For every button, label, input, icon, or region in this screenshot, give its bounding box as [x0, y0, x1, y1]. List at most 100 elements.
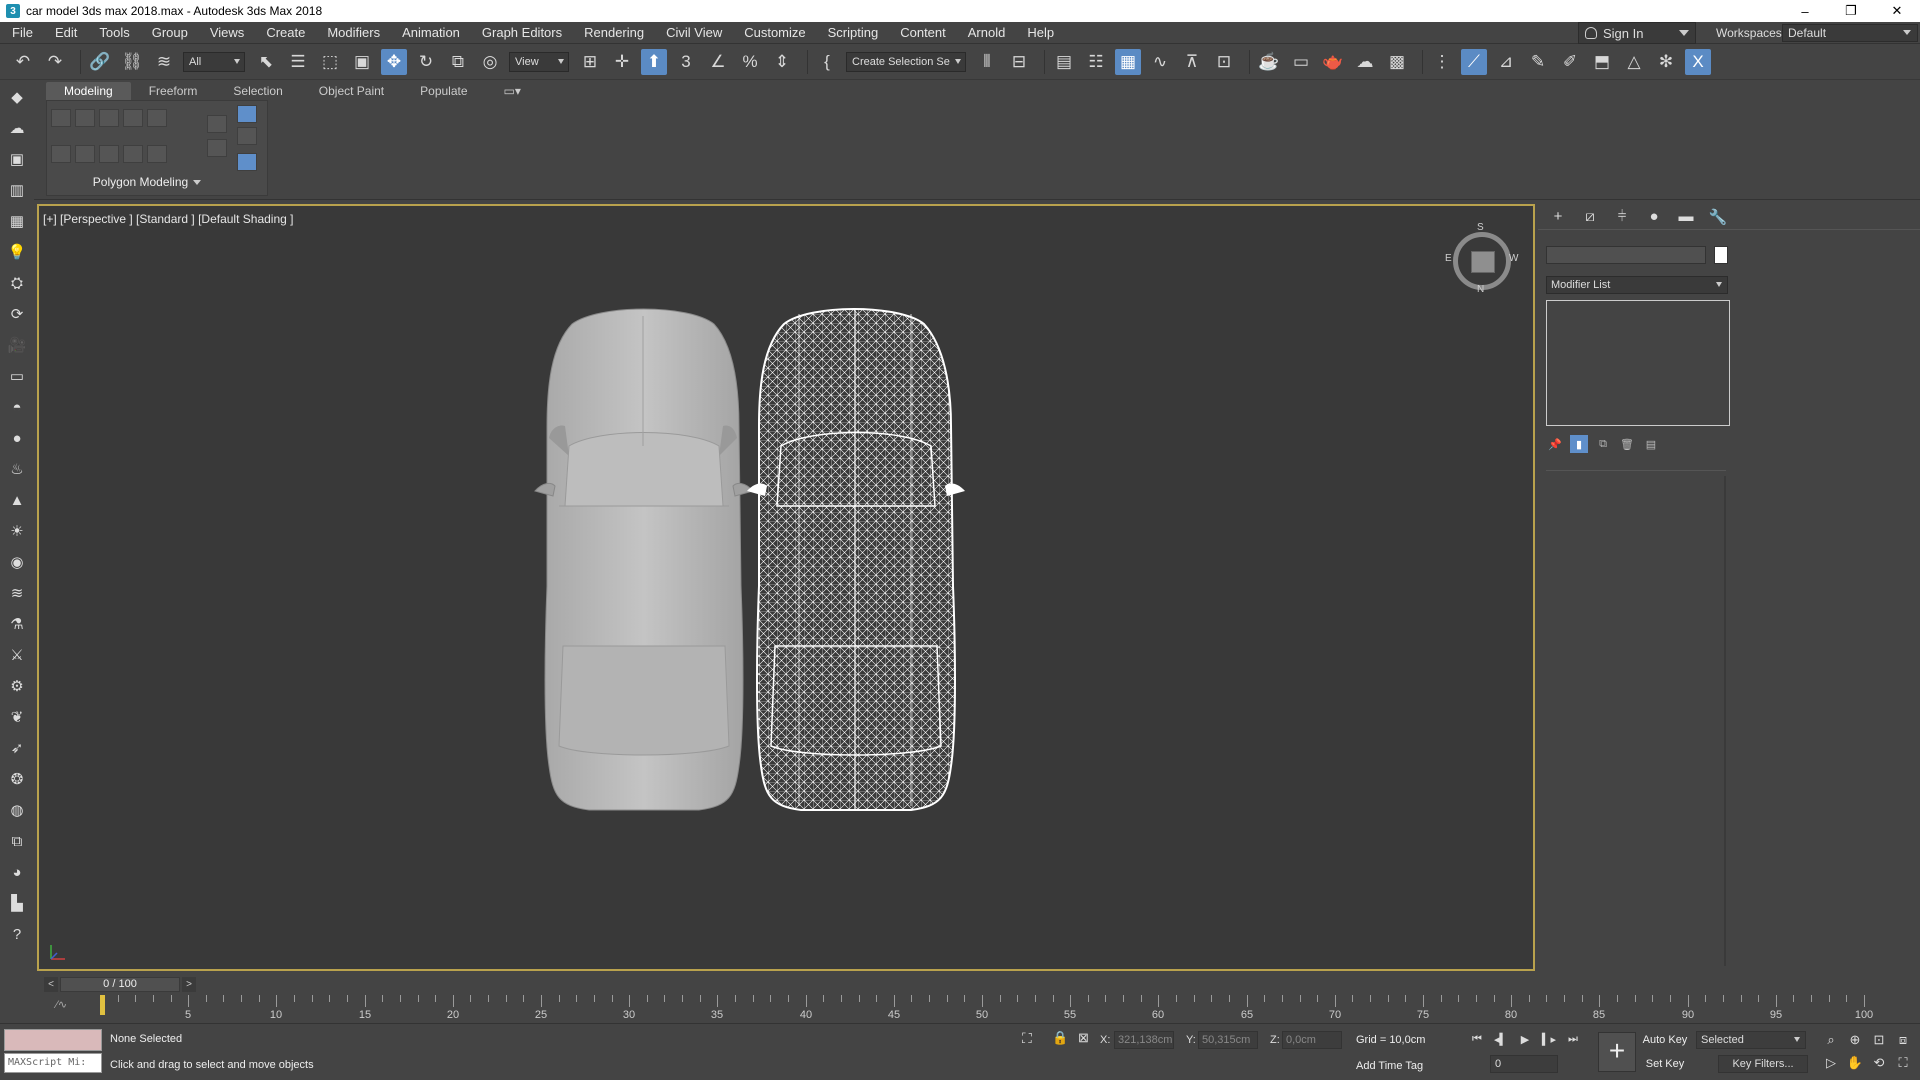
menu-tools[interactable]: Tools [88, 22, 140, 44]
motion-icon[interactable]: ● [1642, 206, 1666, 228]
perspective-viewport[interactable]: [+] [Perspective ] [Standard ] [Default … [37, 204, 1535, 971]
create-helpers-icon[interactable]: ▦ [6, 210, 28, 232]
key-filters-button[interactable]: Key Filters... [1718, 1055, 1808, 1073]
curve-editor-icon[interactable]: ∿ [1147, 49, 1173, 75]
car-shaded[interactable] [534, 308, 754, 811]
render-production-icon[interactable]: 🫖 [1320, 49, 1346, 75]
mirror-icon[interactable]: ⫴ [974, 49, 1000, 75]
panel-divider[interactable] [1546, 470, 1726, 471]
redo-icon[interactable]: ↷ [42, 49, 68, 75]
polygon-icon[interactable] [123, 109, 143, 127]
create-lights-icon[interactable]: ▣ [6, 148, 28, 170]
modifier-stack[interactable] [1546, 300, 1730, 426]
ignore-backfacing-icon[interactable] [75, 145, 95, 163]
tab-selection[interactable]: Selection [215, 82, 300, 100]
menu-help[interactable]: Help [1016, 22, 1065, 44]
zoom-icon[interactable]: ⌕ [1820, 1029, 1842, 1051]
select-and-rotate-icon[interactable]: ↻ [413, 49, 439, 75]
select-manipulate-icon[interactable]: ✛ [609, 49, 635, 75]
create-cameras-icon[interactable]: ▥ [6, 179, 28, 201]
previous-modifier-icon[interactable] [207, 115, 227, 133]
sign-in-button[interactable]: Sign In [1578, 22, 1696, 44]
pivot-center-icon[interactable]: ⊞ [577, 49, 603, 75]
select-and-move-icon[interactable]: ✥ [381, 48, 407, 75]
selection-filter-dropdown[interactable]: All [183, 51, 245, 72]
open-mini-curve-editor-icon[interactable]: ⁄∿ [56, 998, 67, 1011]
maximize-viewport-icon[interactable]: ⛶ [1892, 1052, 1914, 1074]
tab-populate[interactable]: Populate [402, 82, 485, 100]
next-modifier-icon[interactable] [207, 139, 227, 157]
border-icon[interactable] [99, 109, 119, 127]
menu-civil-view[interactable]: Civil View [655, 22, 733, 44]
tab-freeform[interactable]: Freeform [131, 82, 216, 100]
window-crossing-icon[interactable]: ▣ [349, 49, 375, 75]
pan-icon[interactable]: ✋ [1844, 1052, 1866, 1074]
select-object-icon[interactable]: ⬉ [253, 49, 279, 75]
object-name-field[interactable] [1546, 246, 1706, 264]
ribbon-toggle-icon[interactable]: ▦ [1115, 48, 1141, 75]
foliage-icon[interactable]: ❦ [6, 706, 28, 728]
element-icon[interactable] [147, 109, 167, 127]
tab-object-paint[interactable]: Object Paint [301, 82, 402, 100]
menu-views[interactable]: Views [199, 22, 255, 44]
create-shapes-icon[interactable]: ☁ [6, 117, 28, 139]
material-sphere-icon[interactable]: ◍ [6, 799, 28, 821]
time-slider[interactable]: < 0 / 100 > [44, 976, 1920, 994]
graphite-toolset-icon[interactable]: ⟋ [1461, 48, 1487, 75]
soft-selection-icon[interactable] [99, 145, 119, 163]
polygon-modeling-dropdown[interactable]: Polygon Modeling [47, 175, 247, 189]
y-coord-field[interactable]: 50,315cm [1198, 1031, 1258, 1049]
close-button[interactable]: ✕ [1874, 0, 1920, 22]
zoom-extents-icon[interactable]: ⊡ [1868, 1029, 1890, 1051]
z-coord-field[interactable]: 0,0cm [1282, 1031, 1342, 1049]
render-setup-icon[interactable]: ☕ [1256, 49, 1282, 75]
rendered-frame-window-icon[interactable]: ▭ [1288, 49, 1314, 75]
menu-customize[interactable]: Customize [733, 22, 816, 44]
scene-explorer-icon[interactable]: ▤ [1051, 49, 1077, 75]
create-icon[interactable]: + [1546, 206, 1570, 228]
maxscript-mini-listener[interactable]: MAXScript Mi: [4, 1053, 102, 1073]
current-frame-marker[interactable] [100, 995, 105, 1015]
orbit-icon[interactable]: ⟲ [1868, 1052, 1890, 1074]
menu-rendering[interactable]: Rendering [573, 22, 655, 44]
command-panel-scrollbar[interactable] [1724, 476, 1726, 966]
scene-states-icon[interactable]: ⧉ [6, 830, 28, 852]
render-sphere-icon[interactable]: ◕ [6, 861, 28, 883]
menu-animation[interactable]: Animation [391, 22, 471, 44]
schematic-view-icon[interactable]: ⊼ [1179, 49, 1205, 75]
arnold-icon[interactable]: X [1685, 48, 1711, 75]
make-unique-icon[interactable]: ⧉ [1594, 435, 1612, 453]
populate-tool-icon[interactable]: ⬒ [1589, 49, 1615, 75]
keyboard-shortcut-override-icon[interactable]: ⬆ [641, 48, 667, 75]
object-color-swatch[interactable] [1714, 246, 1728, 264]
menu-edit[interactable]: Edit [44, 22, 88, 44]
pin-stack-icon[interactable]: 📌 [1546, 435, 1564, 453]
hemisphere-icon[interactable]: ◓ [6, 396, 28, 418]
select-by-name-icon[interactable]: ☰ [285, 49, 311, 75]
modifier-list-dropdown[interactable]: Modifier List [1546, 276, 1728, 294]
cone-icon[interactable]: ▲ [6, 489, 28, 511]
show-end-result-icon[interactable]: ▮ [1570, 435, 1588, 453]
add-time-tag-button[interactable]: Add Time Tag [1356, 1060, 1423, 1072]
time-slider-next-button[interactable]: > [182, 977, 196, 992]
bind-space-warp-icon[interactable]: ≋ [151, 49, 177, 75]
create-spacewarps-icon[interactable]: 💡 [6, 241, 28, 263]
menu-graph-editors[interactable]: Graph Editors [471, 22, 573, 44]
minimize-button[interactable]: – [1782, 0, 1828, 22]
reference-coord-dropdown[interactable]: View [509, 51, 569, 72]
angle-snap-icon[interactable]: ∠ [705, 49, 731, 75]
edit-tool-icon[interactable]: ✎ [1525, 49, 1551, 75]
select-and-place-icon[interactable]: ◎ [477, 49, 503, 75]
create-geometry-icon[interactable]: ◆ [6, 86, 28, 108]
camera-tool-icon[interactable]: 🎥 [6, 334, 28, 356]
time-slider-handle[interactable]: 0 / 100 [60, 977, 180, 992]
link-icon[interactable]: 🔗 [87, 49, 113, 75]
zoom-all-icon[interactable]: ⊕ [1844, 1029, 1866, 1051]
edit-named-selection-icon[interactable]: { [814, 49, 840, 75]
menu-create[interactable]: Create [255, 22, 316, 44]
set-keys-icon[interactable]: + [1598, 1032, 1636, 1072]
collapse-stack-icon[interactable] [123, 145, 143, 163]
remove-modifier-icon[interactable]: 🗑 [1618, 435, 1636, 453]
absolute-mode-icon[interactable]: ⊠ [1078, 1030, 1089, 1046]
unlink-icon[interactable]: ⛓ [119, 49, 145, 75]
